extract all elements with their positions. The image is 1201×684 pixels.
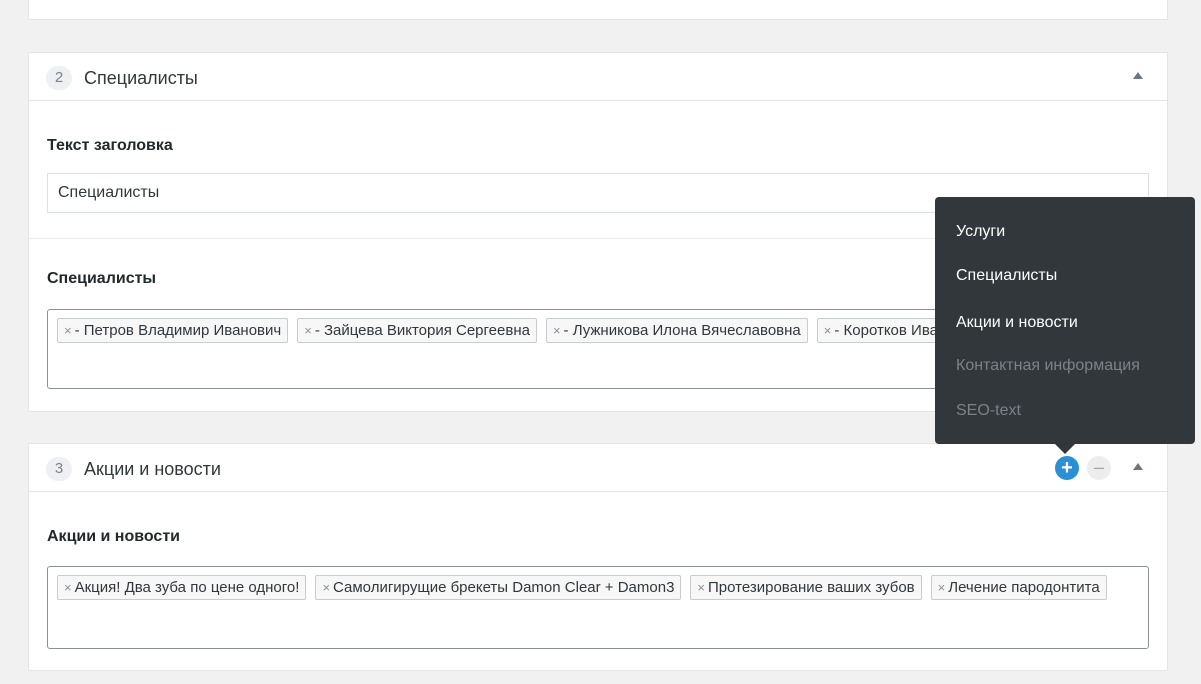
add-layout-popup-menu: Услуги Специалисты Акции и новости Конта…: [935, 197, 1195, 454]
tag: × Акция! Два зуба по цене одного!: [57, 575, 307, 600]
promotions-tag-field[interactable]: × Акция! Два зуба по цене одного! × Самолиг…: [47, 566, 1149, 649]
tag-remove-icon[interactable]: ×: [697, 580, 705, 595]
add-section-button[interactable]: +: [1055, 456, 1079, 480]
tag: × Самолигирущие брекеты Damon Clear + Dam…: [315, 575, 682, 600]
tag-remove-icon[interactable]: ×: [938, 580, 946, 595]
tag-remove-icon[interactable]: ×: [64, 580, 72, 595]
section-header[interactable]: 3 Акции и новости + –: [29, 444, 1167, 492]
tag-remove-icon[interactable]: ×: [553, 323, 561, 338]
collapse-toggle-icon[interactable]: [1133, 463, 1143, 470]
section-title: Специалисты: [84, 68, 198, 88]
section-number: 2: [46, 66, 72, 90]
tag: × - Петров Владимир Иванович: [57, 318, 289, 343]
tag-remove-icon[interactable]: ×: [304, 323, 312, 338]
section-header[interactable]: 2 Специалисты: [29, 53, 1167, 101]
menu-item-services[interactable]: Услуги: [956, 223, 1005, 241]
tag-remove-icon[interactable]: ×: [322, 580, 330, 595]
tag-remove-icon[interactable]: ×: [64, 323, 72, 338]
promotions-label: Акции и новости: [47, 528, 180, 545]
section-number: 3: [46, 457, 72, 481]
tag: × - Зайцева Виктория Сергеевна: [297, 318, 537, 343]
menu-pointer-arrow: [1055, 444, 1075, 454]
heading-text-label: Текст заголовка: [47, 137, 173, 154]
menu-item-promotions[interactable]: Акции и новости: [956, 314, 1078, 332]
collapse-toggle-icon[interactable]: [1133, 72, 1143, 79]
section-promotions: 3 Акции и новости + – Акции и новости × А…: [28, 443, 1168, 671]
remove-section-button[interactable]: –: [1087, 456, 1111, 480]
menu-item-contacts: Контактная информация: [956, 357, 1140, 374]
menu-item-seo-text: SEO-text: [956, 402, 1021, 419]
menu-item-specialists[interactable]: Специалисты: [956, 267, 1057, 285]
tag: × - Лужникова Илона Вячеславовна: [545, 318, 808, 343]
previous-section-panel: [28, 0, 1168, 20]
tag: × Протезирование ваших зубов: [690, 575, 922, 600]
section-title: Акции и новости: [84, 459, 221, 479]
tag: × Лечение пародонтита: [930, 575, 1107, 600]
tag-remove-icon[interactable]: ×: [824, 323, 832, 338]
